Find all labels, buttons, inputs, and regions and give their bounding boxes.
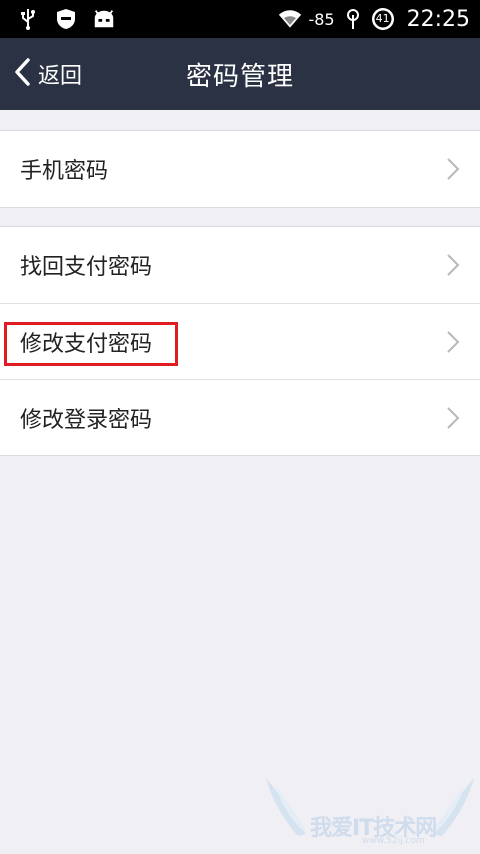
- clock: 22:25: [406, 6, 470, 32]
- list-item-label: 找回支付密码: [20, 255, 153, 280]
- battery-level: 41: [375, 12, 390, 25]
- list-item-phone-password[interactable]: 手机密码: [0, 131, 480, 207]
- status-bar: -85 41 22:25: [0, 0, 480, 38]
- battery-icon: 41: [371, 7, 395, 31]
- list-item-label: 手机密码: [20, 159, 109, 184]
- list-item-recover-payment-password[interactable]: 找回支付密码: [0, 227, 480, 303]
- signal-strength: -85: [308, 9, 335, 29]
- wifi-icon: [278, 7, 302, 31]
- chevron-right-icon: [446, 157, 460, 181]
- settings-group-payment: 找回支付密码 修改支付密码 修改登录密码: [0, 226, 480, 456]
- watermark: 我爱IT技术网 www.52ij.com: [262, 776, 478, 850]
- shield-icon: [54, 7, 78, 31]
- title-bar: 密码管理 返回: [0, 38, 480, 110]
- signal-icon: [341, 7, 365, 31]
- chevron-right-icon: [446, 253, 460, 277]
- chevron-right-icon: [446, 330, 460, 354]
- chevron-right-icon: [446, 406, 460, 430]
- back-label: 返回: [38, 64, 83, 89]
- settings-group-phone: 手机密码: [0, 130, 480, 208]
- usb-icon: [16, 7, 40, 31]
- list-item-change-login-password[interactable]: 修改登录密码: [0, 379, 480, 455]
- list-item-label: 修改支付密码: [20, 331, 153, 357]
- back-button[interactable]: 返回: [14, 38, 82, 110]
- list-item-label: 修改登录密码: [20, 407, 153, 433]
- android-icon: [92, 7, 116, 31]
- watermark-url: www.52ij.com: [362, 836, 425, 846]
- chevron-left-icon: [14, 58, 30, 90]
- list-item-change-payment-password[interactable]: 修改支付密码: [0, 303, 480, 379]
